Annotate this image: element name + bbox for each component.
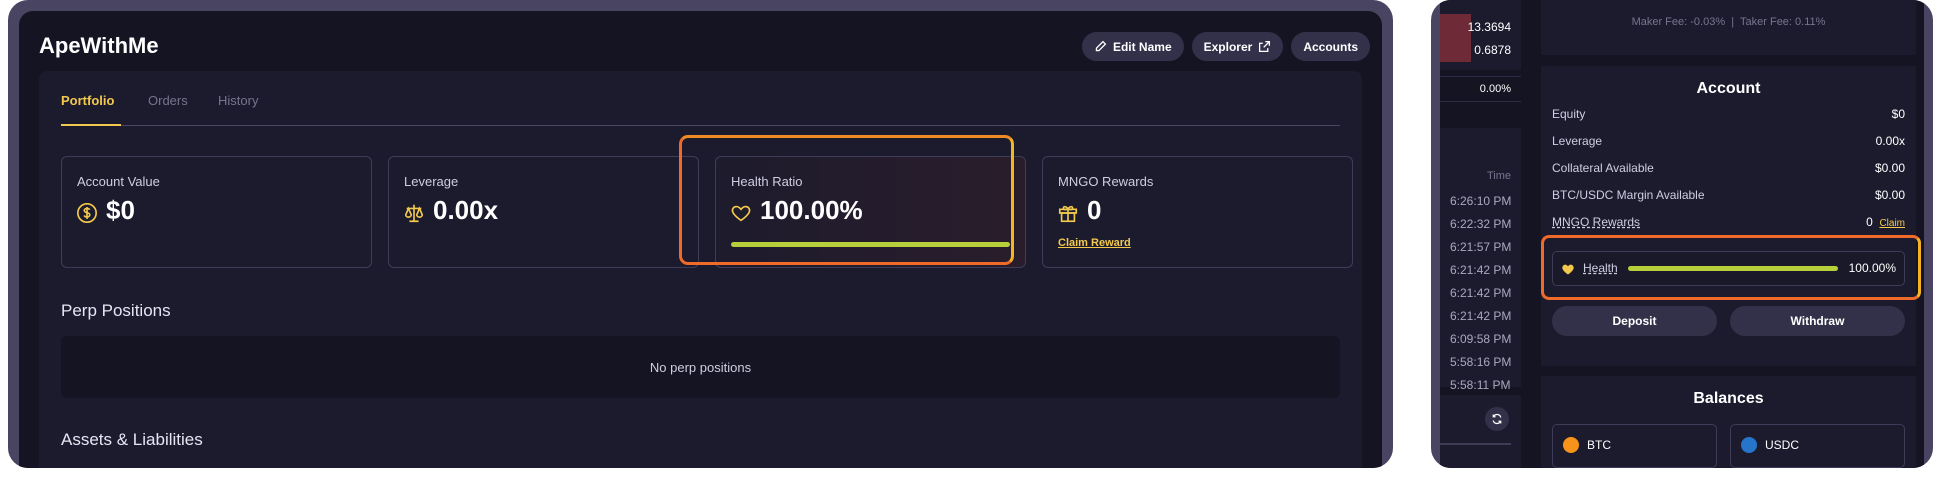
account-row-equity: Equity $0 bbox=[1552, 107, 1905, 121]
orderbook-size-1: 13.3694 bbox=[1467, 20, 1511, 34]
account-box: Account Equity $0 Leverage 0.00x Collate… bbox=[1541, 66, 1916, 366]
trade-time: 5:58:11 PM bbox=[1450, 378, 1511, 392]
withdraw-label: Withdraw bbox=[1790, 314, 1845, 328]
claim-link[interactable]: Claim bbox=[1879, 218, 1905, 229]
margin-value: $0.00 bbox=[1874, 188, 1905, 202]
perp-positions-empty-text: No perp positions bbox=[649, 359, 752, 375]
deposit-button[interactable]: Deposit bbox=[1552, 306, 1717, 336]
active-tab-indicator bbox=[61, 124, 121, 126]
header-actions: Edit Name Explorer Accounts bbox=[1081, 32, 1370, 61]
perp-positions-empty: No perp positions bbox=[61, 336, 1340, 398]
pencil-icon bbox=[1095, 40, 1107, 52]
trade-time: 6:22:32 PM bbox=[1450, 217, 1512, 231]
usdc-icon bbox=[1741, 437, 1757, 453]
balance-asset-btc: BTC bbox=[1587, 438, 1611, 452]
recent-trades-box: Time 6:26:10 PM 6:22:32 PM 6:21:57 PM 6:… bbox=[1440, 128, 1521, 392]
account-row-mngo: MNGO Rewards 0 Claim bbox=[1552, 215, 1905, 229]
trade-time: 6:26:10 PM bbox=[1450, 194, 1512, 208]
orderbook-size-2: 0.6878 bbox=[1474, 43, 1511, 57]
refresh-icon bbox=[1492, 413, 1502, 425]
gift-icon bbox=[1058, 205, 1078, 223]
refresh-button[interactable] bbox=[1485, 407, 1509, 431]
mngo-rewards-label: MNGO Rewards bbox=[1058, 174, 1154, 189]
withdraw-button[interactable]: Withdraw bbox=[1730, 306, 1905, 336]
account-row-margin: BTC/USDC Margin Available $0.00 bbox=[1552, 188, 1905, 202]
account-column: Maker Fee: -0.03% | Taker Fee: 0.11% Acc… bbox=[1541, 0, 1916, 468]
account-value: $0 bbox=[106, 195, 135, 225]
time-column-header: Time bbox=[1486, 170, 1511, 182]
leverage-card: Leverage 0.00x bbox=[388, 156, 699, 268]
account-value-label: Account Value bbox=[77, 174, 160, 189]
leverage-label: Leverage bbox=[404, 174, 459, 189]
accounts-label: Accounts bbox=[1303, 39, 1358, 54]
tab-history-label: History bbox=[218, 93, 259, 108]
mngo-rewards-value: 0 bbox=[1087, 195, 1102, 225]
collateral-label: Collateral Available bbox=[1552, 161, 1654, 175]
fees-box: Maker Fee: -0.03% | Taker Fee: 0.11% bbox=[1541, 0, 1916, 55]
assets-liabilities-title: Assets & Liabilities bbox=[61, 430, 203, 449]
tab-portfolio-label: Portfolio bbox=[61, 93, 115, 108]
leverage-value: 0.00x bbox=[1875, 134, 1905, 148]
collateral-value: $0.00 bbox=[1874, 161, 1905, 175]
taker-fee: Taker Fee: 0.11% bbox=[1740, 16, 1826, 28]
tab-orders-label: Orders bbox=[148, 93, 188, 108]
tab-orders[interactable]: Orders bbox=[148, 93, 188, 108]
account-title: Account bbox=[1696, 80, 1761, 97]
edit-name-label: Edit Name bbox=[1112, 39, 1172, 54]
dollar-coin-icon bbox=[77, 203, 97, 223]
fees-line: Maker Fee: -0.03% | Taker Fee: 0.11% bbox=[1541, 16, 1916, 28]
orderbook-box: 13.3694 0.6878 bbox=[1440, 0, 1521, 70]
health-ratio-highlight bbox=[679, 135, 1014, 265]
trade-window: 13.3694 0.6878 0.00% Time 6:26:10 PM 6:2… bbox=[1440, 0, 1924, 468]
maker-fee: Maker Fee: -0.03% bbox=[1631, 16, 1726, 28]
portfolio-content: Portfolio Orders History Account Value $… bbox=[39, 71, 1362, 468]
deposit-label: Deposit bbox=[1612, 314, 1657, 328]
fee-separator: | bbox=[1731, 16, 1735, 28]
margin-label: BTC/USDC Margin Available bbox=[1552, 188, 1705, 202]
spread-percent: 0.00% bbox=[1479, 83, 1511, 95]
edit-name-button[interactable]: Edit Name bbox=[1081, 32, 1184, 61]
balances-title: Balances bbox=[1693, 390, 1764, 407]
trade-time: 6:09:58 PM bbox=[1450, 332, 1512, 346]
balance-card-btc[interactable]: BTC bbox=[1552, 424, 1717, 468]
equity-value: $0 bbox=[1891, 107, 1905, 121]
mngo-rewards-label[interactable]: MNGO Rewards bbox=[1552, 215, 1640, 229]
perp-positions-title: Perp Positions bbox=[61, 301, 171, 320]
account-row-leverage: Leverage 0.00x bbox=[1552, 134, 1905, 148]
account-name: ApeWithMe bbox=[39, 33, 159, 58]
external-link-icon bbox=[1259, 40, 1271, 53]
trade-panel: 13.3694 0.6878 0.00% Time 6:26:10 PM 6:2… bbox=[1431, 0, 1933, 468]
leverage-label: Leverage bbox=[1552, 134, 1603, 148]
balance-asset-usdc: USDC bbox=[1765, 438, 1800, 452]
portfolio-tabs: Portfolio Orders History bbox=[61, 71, 1340, 126]
orderbook-depth-bar bbox=[1440, 14, 1471, 62]
explorer-button[interactable]: Explorer bbox=[1191, 32, 1284, 61]
trade-time: 6:21:42 PM bbox=[1450, 263, 1512, 277]
trade-time: 6:21:42 PM bbox=[1450, 286, 1512, 300]
health-highlight bbox=[1541, 235, 1921, 300]
explorer-label: Explorer bbox=[1203, 39, 1253, 54]
mngo-rewards-card: MNGO Rewards 0 Claim Reward bbox=[1042, 156, 1353, 268]
trade-time: 6:21:42 PM bbox=[1450, 309, 1512, 323]
accounts-button[interactable]: Accounts bbox=[1291, 32, 1370, 61]
balance-card-usdc[interactable]: USDC bbox=[1730, 424, 1905, 468]
scale-icon bbox=[404, 204, 424, 223]
tab-history[interactable]: History bbox=[218, 93, 258, 108]
portfolio-panel: ApeWithMe Edit Name Explorer Accounts Po… bbox=[8, 0, 1393, 468]
account-row-collateral: Collateral Available $0.00 bbox=[1552, 161, 1905, 175]
recent-trades-column: 13.3694 0.6878 0.00% Time 6:26:10 PM 6:2… bbox=[1440, 0, 1521, 468]
claim-reward-link[interactable]: Claim Reward bbox=[1058, 237, 1131, 249]
tab-portfolio[interactable]: Portfolio bbox=[61, 93, 114, 108]
trade-time: 6:21:57 PM bbox=[1450, 240, 1512, 254]
equity-label: Equity bbox=[1552, 107, 1586, 121]
account-value-card: Account Value $0 bbox=[61, 156, 372, 268]
mngo-rewards-value: 0 bbox=[1866, 215, 1873, 229]
leverage-value: 0.00x bbox=[433, 195, 499, 225]
balances-box: Balances BTC USDC bbox=[1541, 376, 1916, 468]
trades-scrollbar[interactable] bbox=[1440, 443, 1511, 445]
spread-row: 0.00% bbox=[1440, 76, 1521, 102]
trade-time: 5:58:16 PM bbox=[1450, 355, 1512, 369]
bitcoin-icon bbox=[1563, 437, 1579, 453]
trades-footer bbox=[1440, 395, 1521, 468]
